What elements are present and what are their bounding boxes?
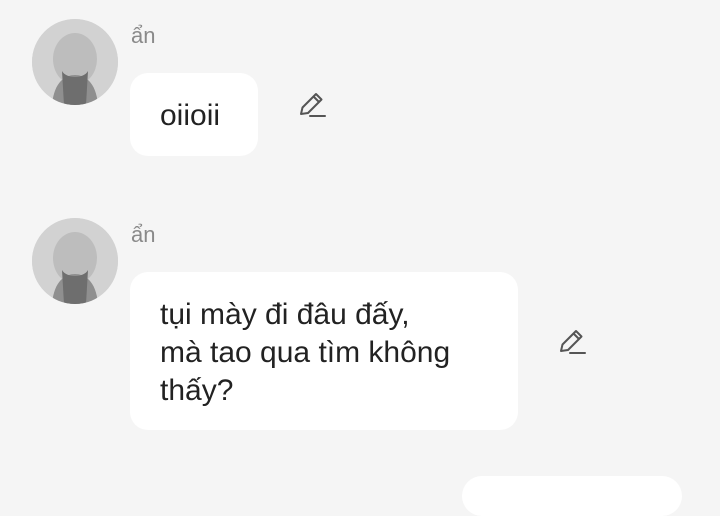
sender-name: ẩn [131, 23, 156, 48]
message-bubble[interactable]: oiioii [130, 73, 258, 156]
pencil-edit-icon[interactable] [296, 89, 328, 121]
avatar-image [32, 218, 118, 304]
avatar[interactable] [32, 19, 118, 105]
sender-name: ẩn [131, 222, 156, 247]
avatar-image [32, 19, 118, 105]
message-bubble-partial[interactable] [462, 476, 682, 516]
message-bubble[interactable]: tụi mày đi đâu đấy, mà tao qua tìm không… [130, 272, 518, 430]
avatar[interactable] [32, 218, 118, 304]
pencil-edit-icon[interactable] [556, 326, 588, 358]
